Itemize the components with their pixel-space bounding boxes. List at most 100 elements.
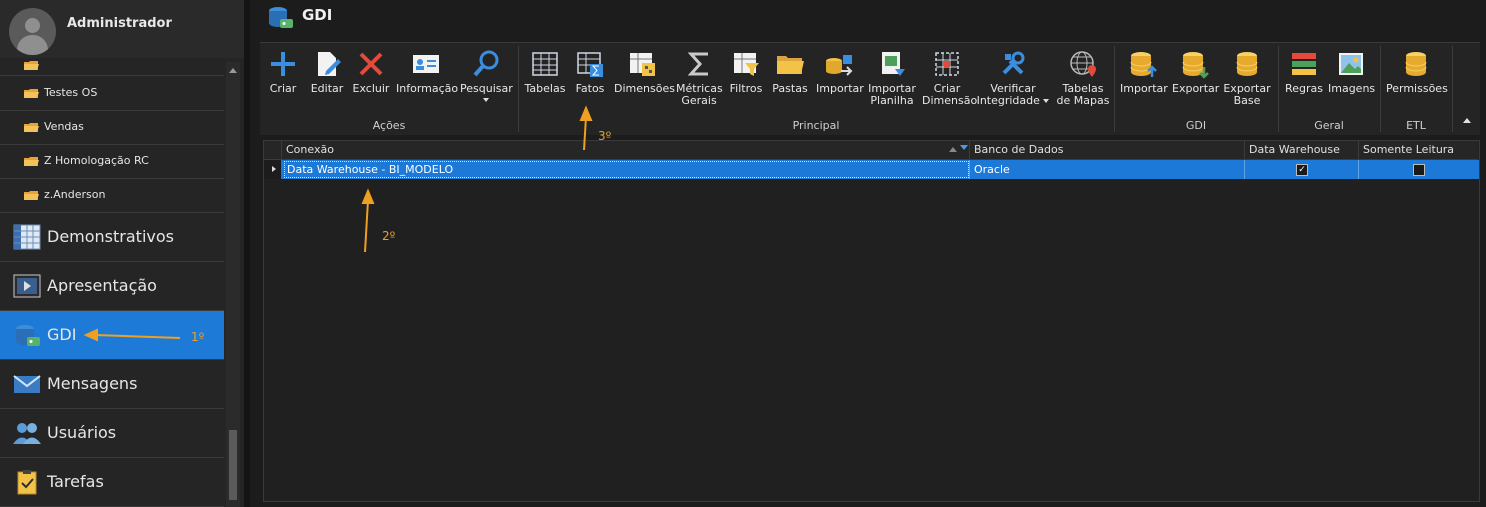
folder-item[interactable]: z.Anderson: [0, 179, 224, 213]
module-demonstrativos[interactable]: Demonstrativos: [0, 213, 224, 262]
grid-icon: [532, 52, 558, 76]
database-import-icon: [1130, 52, 1157, 77]
tabelas-de-mapas-button[interactable]: Tabelas de Mapas: [1056, 49, 1110, 107]
column-header-data-warehouse[interactable]: Data Warehouse: [1245, 141, 1359, 160]
data-warehouse-checkbox[interactable]: ✓: [1296, 164, 1308, 176]
database-icon: [16, 325, 40, 346]
module-label: Usuários: [47, 423, 117, 442]
import-database-icon: [826, 55, 853, 76]
criar-dimensao-button[interactable]: Criar Dimensão: [922, 49, 977, 107]
folder-label: Z Homologação RC: [44, 154, 149, 167]
gdi-exportar-button[interactable]: Exportar: [1172, 49, 1219, 95]
dimension-icon: [630, 53, 655, 76]
folder-item[interactable]: Vendas: [0, 111, 224, 145]
connections-grid: Conexão Banco de Dados Data Warehouse So…: [263, 140, 1480, 502]
folder-label: Testes OS: [44, 86, 98, 99]
imagens-button[interactable]: Imagens: [1328, 49, 1375, 95]
row-pointer-icon: [272, 166, 276, 172]
table-row[interactable]: Data Warehouse - BI_MODELO Oracle ✓: [264, 160, 1479, 179]
annotation-step-1: 1º: [191, 330, 205, 344]
fact-table-icon: [577, 52, 603, 77]
annotation-step-3: 3º: [598, 129, 612, 143]
page-title: GDI: [302, 6, 333, 24]
ribbon-toolbar: Criar Editar Excluir Informação Pesquisa…: [260, 42, 1480, 135]
gdi-importar-button[interactable]: Importar: [1120, 49, 1168, 95]
filter-icon: [734, 53, 759, 76]
folder-label: z.Anderson: [44, 188, 106, 201]
importar-planilha-button[interactable]: Importar Planilha: [866, 49, 918, 107]
spreadsheet-import-icon: [882, 52, 905, 76]
rules-icon: [1292, 53, 1316, 75]
database-icon: [1405, 52, 1427, 76]
cell-banco[interactable]: Oracle: [970, 160, 1245, 179]
scroll-thumb[interactable]: [229, 430, 237, 500]
dimensoes-button[interactable]: Dimensões: [614, 49, 675, 95]
folder-item[interactable]: Z Homologação RC: [0, 145, 224, 179]
panel-divider[interactable]: [244, 0, 250, 507]
group-label-geral: Geral: [1314, 119, 1344, 132]
verificar-integridade-button[interactable]: Verificar Integridade: [976, 49, 1050, 107]
database-export-icon: [1182, 52, 1209, 79]
module-label: Demonstrativos: [47, 227, 174, 246]
filtros-button[interactable]: Filtros: [728, 49, 764, 95]
sidebar-scrollbar[interactable]: [226, 62, 240, 507]
editar-button[interactable]: Editar: [308, 49, 346, 95]
plus-icon: [271, 52, 295, 76]
cell-conexao[interactable]: Data Warehouse - BI_MODELO: [283, 160, 970, 179]
envelope-icon: [13, 375, 41, 393]
user-header: Administrador: [0, 0, 244, 58]
collapse-ribbon-button[interactable]: [1463, 118, 1471, 123]
column-header-banco[interactable]: Banco de Dados: [970, 141, 1245, 160]
module-apresentacao[interactable]: Apresentação: [0, 262, 224, 311]
module-mensagens[interactable]: Mensagens: [0, 360, 224, 409]
id-card-icon: [413, 55, 439, 73]
group-label-gdi: GDI: [1185, 119, 1207, 132]
database-icon: [1236, 52, 1258, 76]
criar-button[interactable]: Criar: [266, 49, 300, 95]
informacao-button[interactable]: Informação: [396, 49, 458, 95]
avatar[interactable]: [9, 8, 56, 55]
group-label-etl: ETL: [1406, 119, 1426, 132]
create-dimension-icon: [935, 52, 959, 76]
metricas-gerais-button[interactable]: Métricas Gerais: [676, 49, 723, 107]
sort-ascending-icon: [949, 147, 957, 152]
globe-icon: [1070, 51, 1096, 77]
row-indicator-header: [264, 141, 282, 160]
folder-item-partial[interactable]: [0, 58, 224, 76]
cell-data-warehouse[interactable]: ✓: [1245, 160, 1359, 179]
gdi-exportar-base-button[interactable]: Exportar Base: [1222, 49, 1272, 107]
permissoes-button[interactable]: Permissões: [1386, 49, 1448, 95]
fatos-button[interactable]: Fatos: [572, 49, 608, 95]
folder-icon: [24, 123, 39, 132]
folder-item[interactable]: Testes OS: [0, 77, 224, 111]
tabelas-button[interactable]: Tabelas: [524, 49, 566, 95]
module-usuarios[interactable]: Usuários: [0, 409, 224, 458]
module-label: Tarefas: [47, 472, 104, 491]
users-icon: [13, 423, 41, 444]
folder-icon: [777, 56, 804, 74]
regras-button[interactable]: Regras: [1284, 49, 1324, 95]
column-header-conexao[interactable]: Conexão: [282, 141, 970, 160]
folder-icon: [24, 89, 39, 98]
group-separator: [1452, 46, 1453, 132]
pesquisar-button[interactable]: Pesquisar: [460, 49, 513, 102]
folder-icon: [24, 157, 39, 166]
search-icon: [473, 50, 499, 77]
column-header-somente-leitura[interactable]: Somente Leitura: [1359, 141, 1478, 160]
cell-somente-leitura[interactable]: [1359, 160, 1479, 179]
row-indicator: [264, 160, 281, 179]
module-label: GDI: [47, 325, 77, 344]
importar-button[interactable]: Importar: [816, 49, 864, 95]
table-icon: [13, 224, 41, 250]
clipboard-icon: [17, 470, 37, 495]
module-tarefas[interactable]: Tarefas: [0, 458, 224, 507]
edit-icon: [318, 52, 341, 76]
filter-icon[interactable]: [960, 145, 968, 150]
pastas-button[interactable]: Pastas: [770, 49, 810, 95]
chevron-down-icon: [483, 98, 489, 102]
module-label: Apresentação: [47, 276, 157, 295]
somente-leitura-checkbox[interactable]: [1413, 164, 1425, 176]
excluir-button[interactable]: Excluir: [352, 49, 390, 95]
module-label: Mensagens: [47, 374, 138, 393]
sigma-icon: [687, 52, 708, 76]
